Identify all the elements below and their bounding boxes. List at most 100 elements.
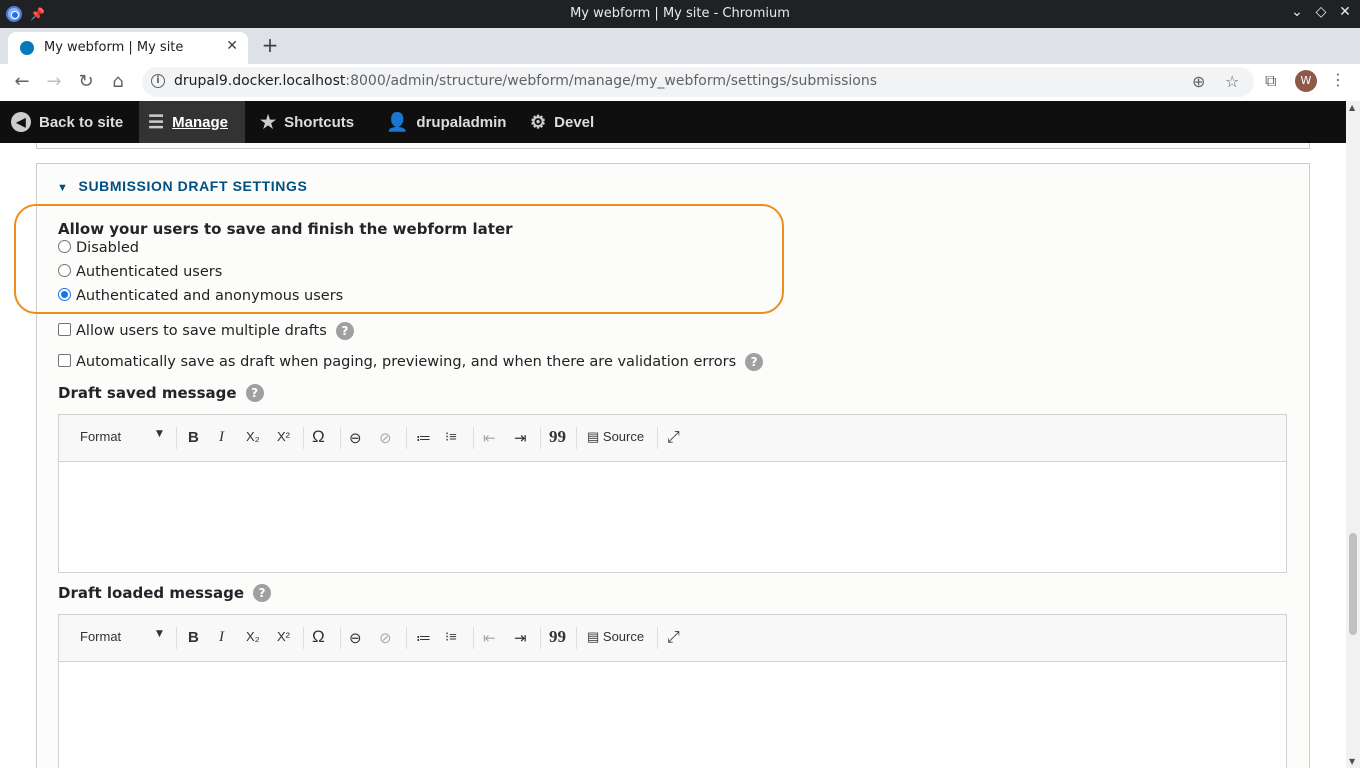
bookmark-star-icon[interactable]: ☆	[1225, 72, 1239, 91]
italic-button[interactable]: I	[219, 629, 224, 646]
chevron-down-icon[interactable]: ▼	[156, 429, 163, 439]
toolbar-separator	[303, 427, 304, 449]
toolbar-separator	[303, 627, 304, 649]
toolbar-separator	[406, 427, 407, 449]
user-label: drupaladmin	[416, 113, 507, 131]
toolbar-separator	[340, 427, 341, 449]
radio-button[interactable]	[58, 239, 71, 253]
devel-tab[interactable]: ⚙ Devel	[530, 101, 594, 143]
bulleted-list-icon[interactable]: ⁝≡	[445, 629, 457, 645]
superscript-button[interactable]: X²	[277, 629, 290, 644]
url-path: :8000/admin/structure/webform/manage/my_…	[345, 73, 878, 89]
back-to-site-link[interactable]: ◀ Back to site	[11, 101, 133, 143]
toolbar-separator	[540, 627, 541, 649]
bold-button[interactable]: B	[188, 429, 199, 446]
source-button[interactable]: ▤ Source	[587, 629, 644, 645]
outdent-icon[interactable]: ⇤	[483, 429, 496, 447]
special-character-button[interactable]: Ω	[312, 627, 325, 647]
toolbar-separator	[657, 427, 658, 449]
format-dropdown[interactable]: Format	[80, 429, 121, 444]
radio-authenticated-anonymous[interactable]: Authenticated and anonymous users	[58, 287, 344, 304]
editor-content-area[interactable]	[59, 462, 1286, 572]
forward-arrow-icon[interactable]: →	[43, 71, 65, 93]
multiple-drafts-checkbox-row[interactable]: Allow users to save multiple drafts ?	[58, 322, 354, 340]
url-host: drupal9.docker.localhost	[174, 73, 346, 89]
indent-icon[interactable]: ⇥	[514, 429, 527, 447]
help-icon[interactable]: ?	[253, 584, 272, 602]
browser-menu-icon[interactable]: ⋮	[1330, 70, 1346, 89]
radio-label: Authenticated and anonymous users	[76, 288, 344, 304]
profile-avatar[interactable]: W	[1295, 70, 1317, 92]
radio-button-checked[interactable]	[58, 287, 71, 301]
blockquote-icon[interactable]: 99	[549, 627, 566, 647]
source-doc-icon: ▤	[587, 429, 603, 444]
tab-strip: My webform | My site ✕ +	[0, 28, 1360, 64]
legend-label: SUBMISSION DRAFT SETTINGS	[78, 178, 308, 194]
link-icon[interactable]: ⊖	[349, 429, 362, 447]
indent-icon[interactable]: ⇥	[514, 629, 527, 647]
auto-save-checkbox-row[interactable]: Automatically save as draft when paging,…	[58, 353, 764, 371]
subscript-button[interactable]: X₂	[246, 429, 260, 444]
shortcuts-tab[interactable]: ★ Shortcuts	[260, 101, 354, 143]
new-tab-button[interactable]: +	[260, 33, 280, 57]
drupal-favicon-icon	[20, 41, 34, 55]
maximize-icon[interactable]: ⤢	[667, 429, 680, 447]
address-bar[interactable]: i drupal9.docker.localhost:8000/admin/st…	[142, 67, 1254, 97]
chevron-down-icon[interactable]: ▼	[156, 629, 163, 639]
source-doc-icon: ▤	[587, 629, 603, 644]
toolbar-separator	[540, 427, 541, 449]
tab-my-webform[interactable]: My webform | My site ✕	[8, 32, 248, 64]
toolbar-separator	[176, 427, 177, 449]
extensions-puzzle-icon[interactable]: ⧉	[1265, 71, 1276, 91]
radio-button[interactable]	[58, 263, 71, 277]
auto-save-label: Automatically save as draft when paging,…	[76, 354, 737, 370]
fieldset-legend[interactable]: ▼ SUBMISSION DRAFT SETTINGS	[57, 178, 307, 194]
subscript-button[interactable]: X₂	[246, 629, 260, 644]
home-icon[interactable]: ⌂	[107, 71, 129, 93]
reload-icon[interactable]: ↻	[75, 71, 97, 93]
maximize-icon[interactable]: ◇	[1312, 4, 1330, 20]
numbered-list-icon[interactable]: ≔	[416, 429, 431, 447]
scroll-down-arrow-icon[interactable]: ▼	[1349, 757, 1355, 766]
close-window-icon[interactable]: ✕	[1336, 4, 1354, 20]
multiple-drafts-checkbox[interactable]	[58, 322, 71, 336]
site-info-icon[interactable]: i	[151, 74, 165, 88]
radio-authenticated[interactable]: Authenticated users	[58, 263, 223, 280]
toolbar-separator	[340, 627, 341, 649]
scroll-up-arrow-icon[interactable]: ▲	[1349, 103, 1355, 112]
outdent-icon[interactable]: ⇤	[483, 629, 496, 647]
superscript-button[interactable]: X²	[277, 429, 290, 444]
radio-label: Authenticated users	[76, 264, 223, 280]
italic-button[interactable]: I	[219, 429, 224, 446]
help-icon[interactable]: ?	[245, 384, 264, 402]
unlink-icon[interactable]: ⊘	[379, 629, 392, 647]
numbered-list-icon[interactable]: ≔	[416, 629, 431, 647]
help-icon[interactable]: ?	[335, 322, 354, 340]
bold-button[interactable]: B	[188, 629, 199, 646]
tab-title: My webform | My site	[44, 40, 184, 55]
unlink-icon[interactable]: ⊘	[379, 429, 392, 447]
maximize-icon[interactable]: ⤢	[667, 629, 680, 647]
link-icon[interactable]: ⊖	[349, 629, 362, 647]
tab-close-icon[interactable]: ✕	[226, 38, 238, 54]
user-tab[interactable]: 👤 drupaladmin	[386, 101, 506, 143]
source-button[interactable]: ▤ Source	[587, 429, 644, 445]
radio-disabled[interactable]: Disabled	[58, 239, 139, 256]
url-text[interactable]: drupal9.docker.localhost:8000/admin/stru…	[174, 73, 877, 89]
manage-tab[interactable]: ☰ Manage	[139, 101, 245, 143]
auto-save-checkbox[interactable]	[58, 353, 71, 367]
help-icon[interactable]: ?	[745, 353, 764, 371]
editor-content-area[interactable]	[59, 662, 1286, 768]
zoom-icon[interactable]: ⊕	[1192, 72, 1205, 91]
minimize-icon[interactable]: ⌄	[1288, 4, 1306, 20]
bulleted-list-icon[interactable]: ⁝≡	[445, 429, 457, 445]
blockquote-icon[interactable]: 99	[549, 427, 566, 447]
draft-loaded-editor: Format ▼ B I X₂ X² Ω ⊖ ⊘ ≔ ⁝≡ ⇤ ⇥ 99 ▤ S…	[58, 614, 1287, 768]
format-dropdown[interactable]: Format	[80, 629, 121, 644]
scrollbar-thumb[interactable]	[1349, 533, 1357, 635]
radio-label: Disabled	[76, 240, 139, 256]
back-arrow-icon[interactable]: ←	[11, 71, 33, 93]
special-character-button[interactable]: Ω	[312, 427, 325, 447]
page-scrollbar[interactable]: ▲ ▼	[1346, 101, 1360, 768]
source-label: Source	[602, 429, 645, 444]
